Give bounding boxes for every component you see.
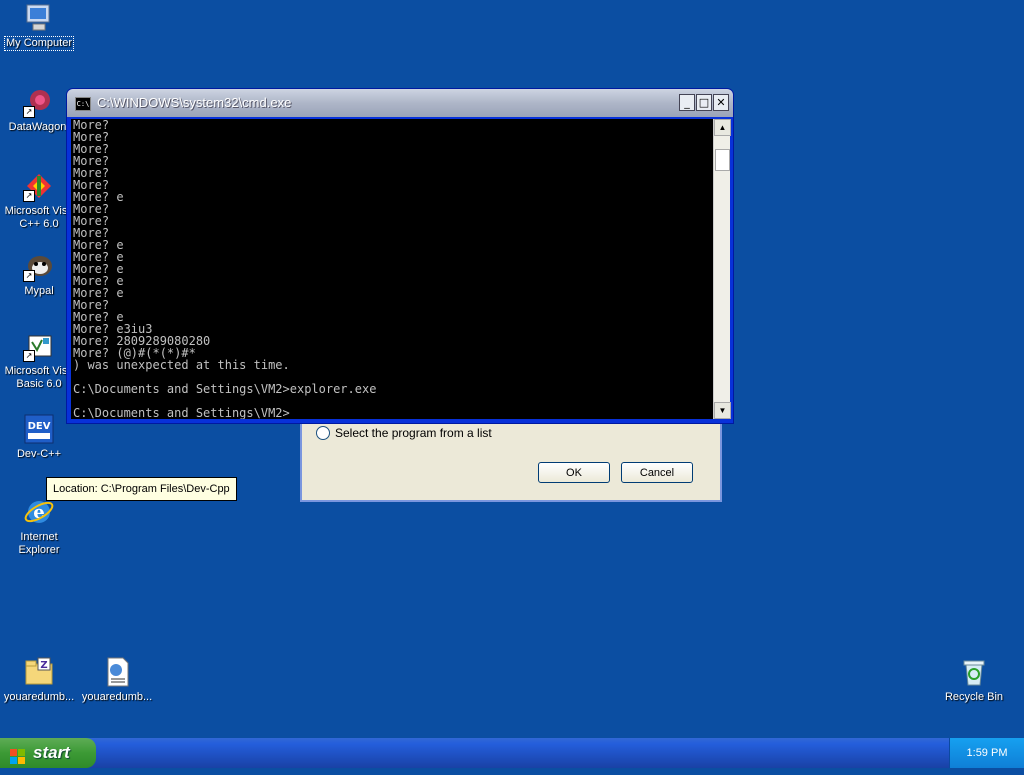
- location-tooltip: Location: C:\Program Files\Dev-Cpp: [46, 477, 237, 501]
- desktop-icon-label: My Computer: [3, 36, 75, 51]
- scroll-up-arrow-icon[interactable]: ▲: [714, 119, 731, 136]
- maximize-button[interactable]: □: [696, 94, 712, 111]
- datawagon-icon: ↗: [23, 86, 55, 118]
- desktop-icon-youaredumb-zip[interactable]: Z youaredumb...: [0, 656, 78, 704]
- shortcut-arrow-icon: ↗: [23, 270, 35, 282]
- cmd-window[interactable]: C:\ C:\WINDOWS\system32\cmd.exe _ □ ✕ Mo…: [66, 88, 734, 424]
- cancel-button[interactable]: Cancel: [621, 462, 693, 483]
- desktop-icon-label: Internet Explorer: [18, 531, 60, 556]
- cmd-window-title: C:\WINDOWS\system32\cmd.exe: [97, 95, 292, 110]
- svg-text:Z: Z: [40, 660, 47, 671]
- cmd-app-icon[interactable]: C:\: [75, 97, 91, 111]
- console-scrollbar[interactable]: ▲ ▼: [713, 119, 731, 419]
- desktop-icon-internet-explorer[interactable]: e Internet Explorer: [0, 496, 78, 557]
- mypal-icon: ↗: [23, 250, 55, 282]
- desktop-icon-my-computer[interactable]: My Computer: [0, 2, 78, 51]
- desktop-icon-recycle-bin[interactable]: Recycle Bin: [935, 656, 1013, 704]
- radio-button[interactable]: [316, 426, 330, 440]
- scroll-down-arrow-icon[interactable]: ▼: [714, 402, 731, 419]
- desktop-icon-label: youaredumb...: [3, 691, 75, 703]
- recycle-bin-icon: [958, 656, 990, 688]
- ok-button[interactable]: OK: [538, 462, 610, 483]
- desktop-icon-label: youaredumb...: [81, 691, 153, 703]
- html-document-icon: [101, 656, 133, 688]
- visual-basic-icon: ↗: [23, 330, 55, 362]
- console-output[interactable]: More? More? More? More? More? More? More…: [71, 119, 713, 419]
- start-button[interactable]: start: [0, 738, 96, 768]
- shortcut-arrow-icon: ↗: [23, 350, 35, 362]
- windows-flag-icon: [10, 745, 26, 764]
- shortcut-arrow-icon: ↗: [23, 190, 35, 202]
- taskbar: start 1:59 PM: [0, 738, 1024, 768]
- desktop-icon-label: Mypal: [24, 285, 54, 297]
- desktop-icon-label: Dev-C++: [16, 448, 62, 460]
- system-tray[interactable]: 1:59 PM: [949, 738, 1024, 768]
- my-computer-icon: [23, 2, 55, 34]
- cmd-titlebar[interactable]: C:\ C:\WINDOWS\system32\cmd.exe _ □ ✕: [67, 89, 733, 117]
- start-label: start: [33, 743, 70, 762]
- select-program-option[interactable]: Select the program from a list: [316, 426, 492, 440]
- zip-folder-icon: Z: [23, 656, 55, 688]
- select-program-label: Select the program from a list: [335, 426, 492, 440]
- visual-cpp-icon: ↗: [23, 170, 55, 202]
- console-text: More? More? More? More? More? More? More…: [73, 119, 377, 419]
- dev-cpp-icon: DEV: [23, 413, 55, 445]
- scroll-thumb[interactable]: [715, 149, 730, 171]
- shortcut-arrow-icon: ↗: [23, 106, 35, 118]
- clock[interactable]: 1:59 PM: [967, 747, 1008, 759]
- svg-text:DEV: DEV: [28, 421, 51, 432]
- close-button[interactable]: ✕: [713, 94, 729, 111]
- desktop-icon-youaredumb-html[interactable]: youaredumb...: [78, 656, 156, 704]
- desktop-icon-label: DataWagon.: [8, 121, 70, 133]
- desktop-icon-label: Recycle Bin: [944, 691, 1004, 703]
- minimize-button[interactable]: _: [679, 94, 695, 111]
